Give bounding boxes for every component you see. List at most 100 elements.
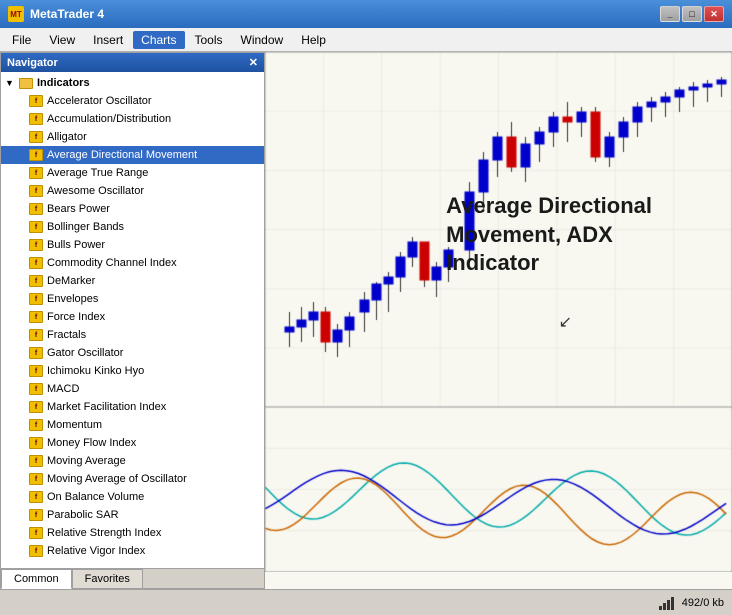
indicator-rvi[interactable]: f Relative Vigor Index — [1, 542, 264, 560]
indicator-icon: f — [29, 221, 43, 233]
bar3 — [667, 600, 670, 610]
indicator-adx[interactable]: f Average Directional Movement — [1, 146, 264, 164]
indicator-accelerator[interactable]: f Accelerator Oscillator — [1, 92, 264, 110]
indicator-awesome[interactable]: f Awesome Oscillator — [1, 182, 264, 200]
indicator-label: Money Flow Index — [47, 437, 136, 449]
menu-view[interactable]: View — [41, 31, 83, 49]
indicator-demarker[interactable]: f DeMarker — [1, 272, 264, 290]
bar2 — [663, 603, 666, 610]
indicator-icon: f — [29, 329, 43, 341]
indicator-icon: f — [29, 149, 43, 161]
indicator-force[interactable]: f Force Index — [1, 308, 264, 326]
indicator-rsi[interactable]: f Relative Strength Index — [1, 524, 264, 542]
adx-canvas — [265, 407, 732, 572]
indicator-label: Force Index — [47, 311, 105, 323]
indicator-bears[interactable]: f Bears Power — [1, 200, 264, 218]
indicator-mfi[interactable]: f Market Facilitation Index — [1, 398, 264, 416]
indicator-sar[interactable]: f Parabolic SAR — [1, 506, 264, 524]
navigator-panel: Navigator ✕ ▼ Indicators f Accelerator O… — [0, 52, 265, 589]
indicator-icon: f — [29, 401, 43, 413]
indicator-icon: f — [29, 185, 43, 197]
indicator-cci[interactable]: f Commodity Channel Index — [1, 254, 264, 272]
tab-favorites[interactable]: Favorites — [72, 569, 143, 588]
menu-charts[interactable]: Charts — [133, 31, 184, 49]
indicator-icon: f — [29, 509, 43, 521]
expand-icon: ▼ — [5, 78, 19, 88]
indicator-alligator[interactable]: f Alligator — [1, 128, 264, 146]
indicators-section[interactable]: ▼ Indicators — [1, 74, 264, 92]
indicator-icon: f — [29, 203, 43, 215]
indicator-icon: f — [29, 347, 43, 359]
indicator-bollinger[interactable]: f Bollinger Bands — [1, 218, 264, 236]
navigator-body[interactable]: ▼ Indicators f Accelerator Oscillator f … — [1, 72, 264, 568]
tree-root: ▼ Indicators f Accelerator Oscillator f … — [1, 72, 264, 562]
indicator-icon: f — [29, 419, 43, 431]
indicator-ma[interactable]: f Moving Average — [1, 452, 264, 470]
indicator-icon: f — [29, 491, 43, 503]
indicator-macd[interactable]: f MACD — [1, 380, 264, 398]
indicator-label: On Balance Volume — [47, 491, 144, 503]
indicator-obv[interactable]: f On Balance Volume — [1, 488, 264, 506]
indicator-label: Parabolic SAR — [47, 509, 119, 521]
indicator-accumulation[interactable]: f Accumulation/Distribution — [1, 110, 264, 128]
indicator-icon: f — [29, 455, 43, 467]
indicator-label: Moving Average — [47, 455, 126, 467]
status-coords: 492/0 kb — [682, 597, 724, 609]
adx-arrow-icon: ↙ — [559, 312, 572, 332]
minimize-button[interactable]: _ — [660, 6, 680, 22]
indicator-label: Bollinger Bands — [47, 221, 124, 233]
indicator-osma[interactable]: f Moving Average of Oscillator — [1, 470, 264, 488]
indicator-icon: f — [29, 113, 43, 125]
chart-container[interactable]: Average Directional Movement, ADX Indica… — [265, 52, 732, 589]
indicator-label: Market Facilitation Index — [47, 401, 166, 413]
indicator-gator[interactable]: f Gator Oscillator — [1, 344, 264, 362]
chart-area[interactable]: Average Directional Movement, ADX Indica… — [265, 52, 732, 589]
menu-insert[interactable]: Insert — [85, 31, 131, 49]
bar1 — [659, 606, 662, 610]
indicator-bulls[interactable]: f Bulls Power — [1, 236, 264, 254]
indicator-icon: f — [29, 545, 43, 557]
adx-annotation: Average Directional Movement, ADX Indica… — [446, 192, 652, 278]
maximize-button[interactable]: □ — [682, 6, 702, 22]
indicators-label: Indicators — [37, 77, 90, 89]
indicator-label: Gator Oscillator — [47, 347, 123, 359]
title-bar-controls[interactable]: _ □ ✕ — [660, 6, 724, 22]
navigator-tabs: Common Favorites — [1, 568, 264, 588]
indicator-icon: f — [29, 275, 43, 287]
title-bar-left: MT MetaTrader 4 — [8, 6, 104, 22]
indicator-label: Fractals — [47, 329, 86, 341]
indicator-icon: f — [29, 131, 43, 143]
indicator-label: Momentum — [47, 419, 102, 431]
menu-window[interactable]: Window — [233, 31, 292, 49]
indicator-money-flow[interactable]: f Money Flow Index — [1, 434, 264, 452]
tab-common[interactable]: Common — [1, 569, 72, 589]
indicator-icon: f — [29, 239, 43, 251]
indicator-label: Relative Vigor Index — [47, 545, 145, 557]
indicator-label: Moving Average of Oscillator — [47, 473, 187, 485]
app-icon: MT — [8, 6, 24, 22]
navigator-close[interactable]: ✕ — [249, 56, 258, 69]
indicator-label: Awesome Oscillator — [47, 185, 144, 197]
indicator-label: Average True Range — [47, 167, 148, 179]
indicator-momentum[interactable]: f Momentum — [1, 416, 264, 434]
app-title: MetaTrader 4 — [30, 7, 104, 21]
menu-help[interactable]: Help — [293, 31, 334, 49]
indicator-icon: f — [29, 365, 43, 377]
indicator-icon: f — [29, 437, 43, 449]
navigator-title: Navigator — [7, 57, 58, 69]
menu-file[interactable]: File — [4, 31, 39, 49]
indicator-atr[interactable]: f Average True Range — [1, 164, 264, 182]
indicator-icon: f — [29, 311, 43, 323]
menu-tools[interactable]: Tools — [187, 31, 231, 49]
close-button[interactable]: ✕ — [704, 6, 724, 22]
indicator-envelopes[interactable]: f Envelopes — [1, 290, 264, 308]
indicator-label: Bulls Power — [47, 239, 105, 251]
indicator-fractals[interactable]: f Fractals — [1, 326, 264, 344]
indicator-label: Accumulation/Distribution — [47, 113, 171, 125]
indicator-ichimoku[interactable]: f Ichimoku Kinko Hyo — [1, 362, 264, 380]
indicator-label: Average Directional Movement — [47, 149, 197, 161]
indicator-label: Envelopes — [47, 293, 98, 305]
indicator-label: Accelerator Oscillator — [47, 95, 152, 107]
indicator-icon: f — [29, 383, 43, 395]
bar4 — [671, 597, 674, 610]
